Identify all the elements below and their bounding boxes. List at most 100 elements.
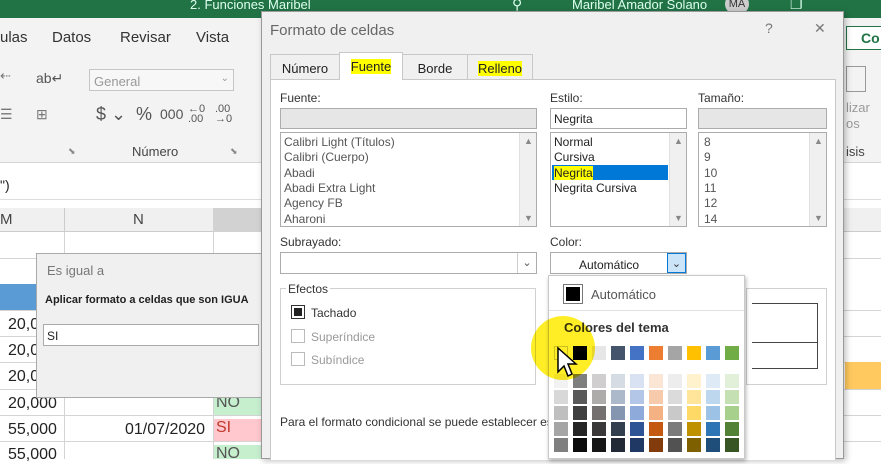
style-input[interactable]: Negrita <box>550 108 687 129</box>
shade-color-swatch[interactable] <box>611 438 625 452</box>
theme-color-swatch[interactable] <box>649 346 663 360</box>
font-list-scrollbar[interactable]: ▲ ▼ <box>519 133 536 226</box>
style-list[interactable]: Normal Cursiva Negrita Negrita Cursiva ▲… <box>550 132 687 227</box>
shade-color-swatch[interactable] <box>668 374 682 388</box>
shade-color-swatch[interactable] <box>687 374 701 388</box>
shade-color-swatch[interactable] <box>573 422 587 436</box>
theme-color-swatch[interactable] <box>630 346 644 360</box>
comma-style-icon[interactable]: 000 <box>160 106 183 122</box>
shade-color-swatch[interactable] <box>592 406 606 420</box>
font-option[interactable]: Calibri Light (Títulos) <box>284 135 395 149</box>
size-option[interactable]: 14 <box>704 212 717 226</box>
size-list-scrollbar[interactable]: ▲ ▼ <box>809 133 826 226</box>
shade-color-swatch[interactable] <box>554 406 568 420</box>
shade-color-swatch[interactable] <box>649 438 663 452</box>
scroll-down-icon[interactable]: ▼ <box>814 213 823 223</box>
size-option[interactable]: 10 <box>704 166 717 180</box>
style-option[interactable]: Negrita Cursiva <box>554 181 637 195</box>
highlighted-cell[interactable] <box>845 362 881 389</box>
close-button[interactable]: ✕ <box>814 20 826 37</box>
tab-formulas[interactable]: ulas <box>0 29 28 46</box>
number-format-dropdown[interactable]: General ⌄ <box>89 69 234 91</box>
decrease-decimal-icon[interactable]: .00 →0 <box>215 104 232 125</box>
tab-relleno[interactable]: Relleno <box>467 54 533 80</box>
shade-color-swatch[interactable] <box>687 390 701 404</box>
column-header-o[interactable] <box>213 208 261 232</box>
theme-color-swatch[interactable] <box>725 346 739 360</box>
currency-icon[interactable]: $ ⌄ <box>96 104 126 125</box>
column-header-n[interactable]: N <box>133 211 144 228</box>
shade-color-swatch[interactable] <box>687 438 701 452</box>
tab-borde[interactable]: Borde <box>402 54 468 80</box>
shade-color-swatch[interactable] <box>611 422 625 436</box>
shade-color-swatch[interactable] <box>611 406 625 420</box>
shade-color-swatch[interactable] <box>706 374 720 388</box>
cell-n[interactable]: 01/07/2020 <box>125 421 205 439</box>
percent-icon[interactable]: % <box>136 104 152 125</box>
tab-vista[interactable]: Vista <box>196 29 229 46</box>
shade-color-swatch[interactable] <box>630 406 644 420</box>
shade-color-swatch[interactable] <box>649 406 663 420</box>
shade-color-swatch[interactable] <box>687 406 701 420</box>
cell-m[interactable]: 55,000 <box>8 446 57 464</box>
shade-color-swatch[interactable] <box>630 374 644 388</box>
shade-color-swatch[interactable] <box>554 390 568 404</box>
theme-color-swatch[interactable] <box>706 346 720 360</box>
shade-color-swatch[interactable] <box>611 374 625 388</box>
shade-color-swatch[interactable] <box>592 374 606 388</box>
scroll-down-icon[interactable]: ▼ <box>674 213 683 223</box>
size-input[interactable] <box>698 108 827 129</box>
shade-color-swatch[interactable] <box>573 406 587 420</box>
automatic-swatch[interactable] <box>563 284 583 304</box>
shade-color-swatch[interactable] <box>630 438 644 452</box>
merge-icon[interactable]: ⊞ <box>36 106 48 123</box>
shade-color-swatch[interactable] <box>649 374 663 388</box>
increase-decimal-icon[interactable]: ←0.00 <box>188 104 205 125</box>
tab-fuente[interactable]: Fuente <box>339 52 403 80</box>
style-option[interactable]: Cursiva <box>554 150 595 164</box>
scroll-up-icon[interactable]: ▲ <box>814 136 823 146</box>
automatic-option[interactable]: Automático <box>591 287 656 302</box>
shade-color-swatch[interactable] <box>554 438 568 452</box>
font-option[interactable]: Agency FB <box>284 196 343 210</box>
scroll-up-icon[interactable]: ▲ <box>524 136 533 146</box>
size-option[interactable]: 11 <box>704 181 716 195</box>
wrap-text-icon[interactable]: ab↵ <box>36 70 63 87</box>
theme-color-swatch[interactable] <box>611 346 625 360</box>
strikethrough-checkbox[interactable] <box>291 305 305 319</box>
shade-color-swatch[interactable] <box>725 406 739 420</box>
tab-datos[interactable]: Datos <box>52 29 91 46</box>
dialog-launcher-icon[interactable]: ⬊ <box>230 146 238 157</box>
shade-color-swatch[interactable] <box>706 438 720 452</box>
font-list[interactable]: Calibri Light (Títulos) Calibri (Cuerpo)… <box>280 132 537 227</box>
ribbon-icon-fragment[interactable]: ⇠ <box>0 68 11 84</box>
chevron-down-icon[interactable]: ⌄ <box>517 253 536 273</box>
indent-icon[interactable]: ☰ <box>0 106 13 123</box>
shade-color-swatch[interactable] <box>592 390 606 404</box>
shade-color-swatch[interactable] <box>630 422 644 436</box>
shade-color-swatch[interactable] <box>706 422 720 436</box>
shade-color-swatch[interactable] <box>687 422 701 436</box>
font-option[interactable]: Calibri (Cuerpo) <box>284 150 369 164</box>
size-list[interactable]: 8 9 10 11 12 14 ▲ ▼ <box>698 132 827 227</box>
column-header-m[interactable]: M <box>0 211 13 228</box>
cell-m[interactable]: 55,000 <box>8 421 57 439</box>
size-option[interactable]: 9 <box>704 150 711 164</box>
shade-color-swatch[interactable] <box>725 422 739 436</box>
shade-color-swatch[interactable] <box>573 438 587 452</box>
size-option[interactable]: 8 <box>704 135 711 149</box>
shade-color-swatch[interactable] <box>573 390 587 404</box>
shade-color-swatch[interactable] <box>668 390 682 404</box>
cell-o[interactable]: NO <box>214 445 261 462</box>
shade-color-swatch[interactable] <box>592 438 606 452</box>
size-option[interactable]: 12 <box>704 196 717 210</box>
shade-color-swatch[interactable] <box>706 406 720 420</box>
shade-color-swatch[interactable] <box>668 406 682 420</box>
style-option-selected[interactable]: Negrita <box>554 166 593 180</box>
font-name-input[interactable] <box>280 108 537 129</box>
shade-color-swatch[interactable] <box>668 438 682 452</box>
styles-icon[interactable] <box>846 66 866 92</box>
theme-color-swatch[interactable] <box>687 346 701 360</box>
style-option[interactable]: Normal <box>554 135 593 149</box>
shade-color-swatch[interactable] <box>668 422 682 436</box>
